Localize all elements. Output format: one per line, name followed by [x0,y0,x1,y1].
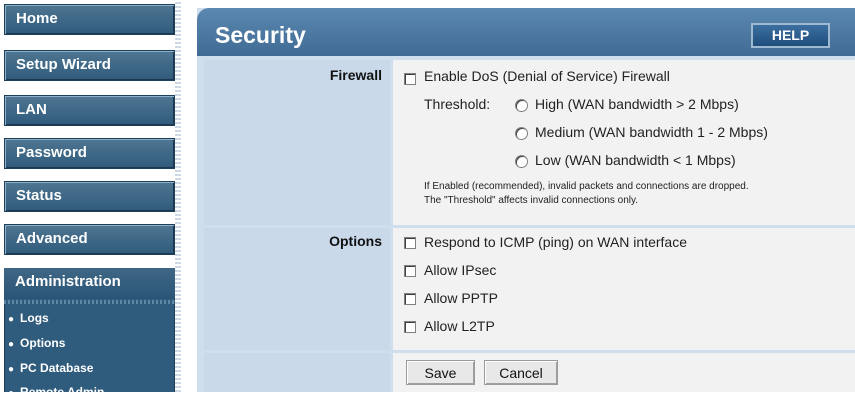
bullet-icon: ● [8,314,15,325]
threshold-medium-label: Medium (WAN bandwidth 1 - 2 Mbps) [535,124,768,140]
sidebar-item-setup-wizard[interactable]: Setup Wizard [4,50,175,81]
icmp-checkbox[interactable] [404,237,416,249]
save-button[interactable]: Save [406,360,475,385]
sidebar-item-lan[interactable]: LAN [4,95,175,126]
firewall-note-line2: The "Threshold" affects invalid connecti… [424,195,639,206]
sidebar-subitem-label: Remote Admin [20,385,105,399]
ipsec-label: Allow IPsec [424,262,497,278]
enable-dos-checkbox[interactable] [404,73,416,85]
sidebar-item-label: Status [16,187,62,204]
sidebar-subitem-options[interactable]: ● Options [8,336,65,350]
sidebar-item-advanced[interactable]: Advanced [4,224,175,255]
sidebar-divider [4,300,175,304]
firewall-settings: Enable DoS (Denial of Service) Firewall … [393,60,855,225]
sidebar-subitem-pc-database[interactable]: ● PC Database [8,361,93,375]
firewall-label-cell: Firewall [204,60,390,225]
sidebar: Home Setup Wizard LAN Password Status Ad… [0,0,178,399]
sidebar-item-home[interactable]: Home [4,4,175,35]
sidebar-item-label: Home [16,10,58,27]
options-label-cell: Options [204,228,390,350]
sidebar-item-label: Advanced [16,230,88,247]
sidebar-item-label: LAN [16,101,47,118]
bullet-icon: ● [8,364,15,375]
bullet-icon: ● [8,339,15,350]
threshold-low-radio[interactable] [515,155,528,168]
l2tp-label: Allow L2TP [424,318,495,334]
firewall-note-line1: If Enabled (recommended), invalid packet… [424,181,749,192]
threshold-medium-radio[interactable] [515,127,528,140]
sidebar-item-label: Administration [15,273,121,290]
sidebar-item-password[interactable]: Password [4,138,175,169]
sidebar-item-label: Password [16,144,87,161]
title-bar: Security HELP [197,8,855,56]
cancel-button[interactable]: Cancel [484,360,558,385]
sidebar-subitem-label: Logs [20,311,49,325]
bullet-icon: ● [8,388,15,399]
sidebar-subitem-label: Options [20,336,66,350]
sidebar-item-status[interactable]: Status [4,181,175,212]
sidebar-item-label: Setup Wizard [16,56,111,73]
help-button[interactable]: HELP [751,23,830,48]
threshold-low-label: Low (WAN bandwidth < 1 Mbps) [535,152,736,168]
threshold-high-label: High (WAN bandwidth > 2 Mbps) [535,96,739,112]
sidebar-subitem-label: PC Database [20,361,94,375]
options-settings: Respond to ICMP (ping) on WAN interface … [393,228,855,350]
actions-row: Save Cancel [393,353,855,392]
pptp-label: Allow PPTP [424,290,498,306]
page-title: Security [215,22,306,48]
icmp-label: Respond to ICMP (ping) on WAN interface [424,234,688,250]
sidebar-subitem-remote-admin[interactable]: ● Remote Admin [8,385,104,399]
enable-dos-label: Enable DoS (Denial of Service) Firewall [424,68,670,84]
options-section-label: Options [329,233,382,249]
sidebar-edge-stripe [175,0,181,392]
firewall-section-label: Firewall [329,67,382,83]
threshold-high-radio[interactable] [515,99,528,112]
ipsec-checkbox[interactable] [404,265,416,277]
sidebar-item-administration[interactable]: Administration [4,268,175,299]
sidebar-subitem-logs[interactable]: ● Logs [8,311,49,325]
pptp-checkbox[interactable] [404,293,416,305]
actions-label-cell [204,353,390,392]
l2tp-checkbox[interactable] [404,321,416,333]
main-content: Security HELP Firewall Enable DoS (Denia… [197,8,855,392]
threshold-label: Threshold: [424,96,491,112]
